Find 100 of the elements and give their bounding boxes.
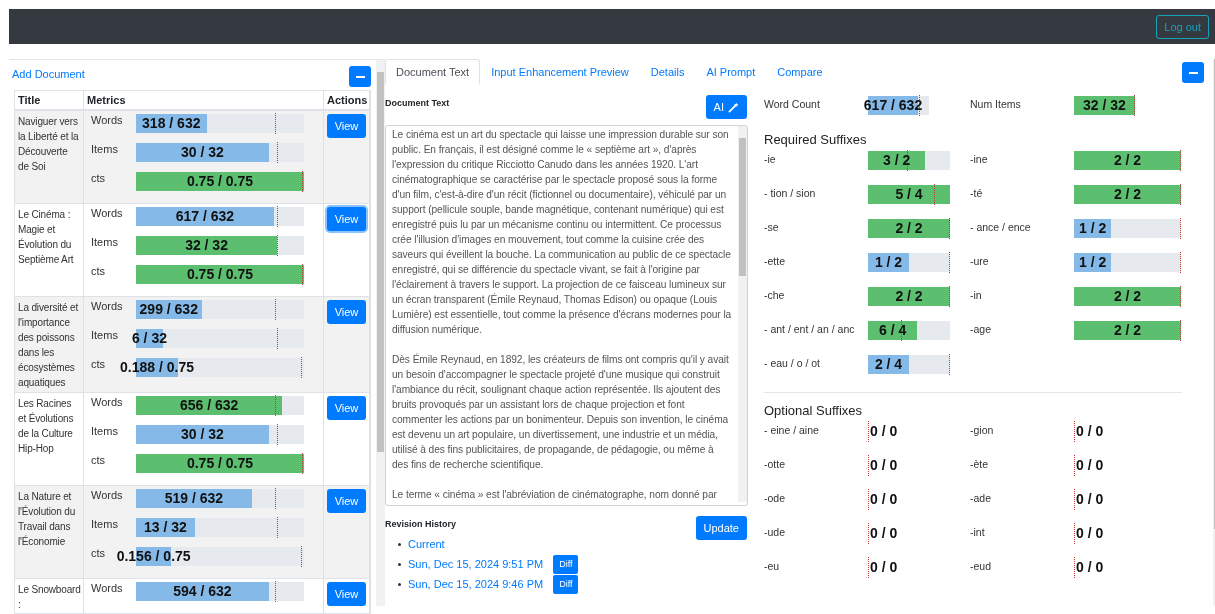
metric-label: Items xyxy=(91,235,119,249)
revision-link[interactable]: Current xyxy=(408,538,445,550)
target-marker xyxy=(1074,421,1075,442)
suffix-label: -otte xyxy=(764,457,786,472)
metric-value: 32 / 32 xyxy=(1083,97,1126,114)
diff-button[interactable]: Diff xyxy=(553,574,579,594)
metric-value: 2 / 2 xyxy=(1113,322,1142,339)
metric-value: 0 / 0 xyxy=(870,457,898,474)
metric-value: 2 / 4 xyxy=(874,356,903,373)
metric-label: Num Items xyxy=(970,97,1022,112)
metric-value: 0.75 / 0.75 xyxy=(186,454,254,472)
suffix-label: - eine / aine xyxy=(764,423,820,438)
metric-value: 0.188 / 0.75 xyxy=(120,358,194,376)
target-marker xyxy=(1074,489,1075,510)
magic-wand-icon xyxy=(728,101,739,113)
suffix-label: -ude xyxy=(764,525,786,540)
metric-value: 6 / 4 xyxy=(878,322,907,339)
metric-value: 617 / 632 xyxy=(175,207,235,225)
metric-label: Words xyxy=(91,488,124,502)
metric-label: cts xyxy=(91,171,107,185)
suffix-label: -eud xyxy=(970,559,992,574)
metric-label: Words xyxy=(91,299,124,313)
document-title: Le Cinéma : Magie et Évolution du Septième Art xyxy=(18,208,74,265)
metric-value: 0 / 0 xyxy=(870,559,898,576)
metric-label: Items xyxy=(91,517,119,531)
view-button[interactable]: View xyxy=(327,581,366,606)
metric-label: Items xyxy=(91,424,119,438)
suffix-label: -ade xyxy=(970,491,992,506)
view-button[interactable]: View xyxy=(327,488,366,513)
revision-link[interactable]: Sun, Dec 15, 2024 9:46 PM xyxy=(408,578,544,590)
metric-value: 2 / 2 xyxy=(1113,152,1142,169)
bullet-icon xyxy=(398,542,401,546)
metric-value: 32 / 32 xyxy=(185,236,228,254)
tab[interactable]: Document Text xyxy=(385,59,481,85)
metric-value: 0 / 0 xyxy=(1076,559,1104,576)
view-button[interactable]: View xyxy=(327,395,366,420)
ai-button[interactable]: AI xyxy=(705,95,747,119)
collapse-button[interactable] xyxy=(1182,62,1204,83)
suffix-label: -té xyxy=(970,186,984,201)
bullet-icon xyxy=(398,562,401,566)
metric-value: 2 / 2 xyxy=(1113,288,1142,305)
metric-value: 30 / 32 xyxy=(180,425,224,443)
metric-label: Words xyxy=(91,581,124,595)
logout-button[interactable]: Log out xyxy=(1156,14,1209,39)
minus-icon xyxy=(1188,71,1198,74)
revision-link[interactable]: Sun, Dec 15, 2024 9:51 PM xyxy=(408,558,544,570)
document-text-field[interactable]: Le cinéma est un art du spectacle qui laisse une impression durable sur son public. En français, il est désigné comme le « septième art », d'après l'expression du critique Ricciotto Canudo dans les années 1920. L'art cinématographique se caractérise par le spectacle proposé sous la forme d'un film, c'est-à-dire d'un récit (fictionnel ou documentaire), véhiculé par un support (pellicule souple, bande magnétique, contenant numérique) qui est enregistré puis lu par un mécanisme continu ou intermittent. Ce processus crée l'illusion d'images en mouvement, tout comme la cuisine crée des saveurs qui éveillent la bouche. La communication au public de ce spectacle enregistré, qui se différencie du spectacle vivant, se fait à l'origine par l'éclairement à travers le support. La projection de ce faisceau lumineux sur un écran transparent (Émile Reynaud, Thomas Edison) ou opaque (Louis Lumière) est essentielle, tout comme la présence d'écrans modernes pour la diffusion numérique. Dès Émile Reynaud, en 1892, les créateurs de films ont compris qu'il y avait un besoin d'accompagner le spectacle projeté d'une musique qui construit l'ambiance du récit, soulignant chaque action représentée. Ils ajoutent des bruits provoqués par un assistant lors de chaque projection et font commenter les actions par un bonimenteur. Depuis son invention, le cinéma est devenu un art populaire, un divertissement, une industrie et un média, utilisé à des fins publicitaires, de propagande, de pédagogie, ou même à des fins de recherche scientifique. Le terme « cinéma » est l'abréviation de cinématographe, nom donné par xyxy=(385,125,748,506)
suffix-label: -age xyxy=(970,322,992,337)
section-label: Revision History xyxy=(385,519,457,529)
suffix-label: -che xyxy=(764,288,786,303)
document-title: Naviguer vers la Liberté et la Découverte de Soi xyxy=(18,115,79,172)
metric-value: 0.75 / 0.75 xyxy=(186,265,254,283)
suffix-label: -ète xyxy=(970,457,990,472)
suffix-label: - tion / sion xyxy=(764,186,817,201)
metric-label: Words xyxy=(91,395,124,409)
view-button[interactable]: View xyxy=(327,299,366,324)
section-label: Document Text xyxy=(385,98,450,108)
suffix-label: - ant / ent / an / anc xyxy=(764,322,856,337)
diff-button[interactable]: Diff xyxy=(553,554,579,574)
metric-value: 656 / 632 xyxy=(179,396,239,414)
suffix-label: - ance / ence xyxy=(970,220,1032,235)
target-marker xyxy=(868,489,869,510)
target-marker xyxy=(868,523,869,544)
target-marker xyxy=(1074,523,1075,544)
metric-value: 0.75 / 0.75 xyxy=(186,172,254,190)
target-marker xyxy=(868,455,869,476)
view-button[interactable]: View xyxy=(327,113,366,138)
section-heading: Required Suffixes xyxy=(764,132,868,147)
metric-value: 1 / 2 xyxy=(1079,220,1107,237)
metric-value: 0 / 0 xyxy=(1076,491,1104,508)
metric-value: 13 / 32 xyxy=(144,518,187,536)
metric-label: cts xyxy=(91,453,107,467)
suffix-label: -ine xyxy=(970,152,989,167)
suffix-label: -ie xyxy=(764,152,777,167)
suffix-label: -in xyxy=(970,288,983,303)
metric-label: Items xyxy=(91,142,119,156)
collapse-button[interactable] xyxy=(349,66,371,87)
scrollbar[interactable] xyxy=(376,60,385,606)
metric-value: 299 / 632 xyxy=(139,300,198,318)
update-button[interactable]: Update xyxy=(695,516,747,540)
suffix-label: - eau / o / ot xyxy=(764,356,822,371)
document-title: Le Snowboard : xyxy=(18,583,81,610)
suffix-label: -ure xyxy=(970,254,990,269)
metric-value: 1 / 2 xyxy=(874,254,903,271)
view-button[interactable]: View xyxy=(327,206,366,231)
metric-value: 594 / 632 xyxy=(173,582,232,600)
minus-icon xyxy=(355,75,365,78)
metric-value: 0 / 0 xyxy=(1076,423,1104,440)
metric-value: 318 / 632 xyxy=(142,114,201,132)
scrollbar[interactable] xyxy=(738,126,747,502)
suffix-label: -se xyxy=(764,220,780,235)
suffix-label: -eu xyxy=(764,559,781,574)
add-document-link[interactable]: Add Document xyxy=(12,68,85,80)
metric-value: 0 / 0 xyxy=(1076,457,1104,474)
metric-value: 0.156 / 0.75 xyxy=(116,547,191,565)
metric-label: Words xyxy=(91,206,124,220)
bullet-icon xyxy=(398,582,401,586)
metric-value: 6 / 32 xyxy=(131,329,167,347)
metric-value: 2 / 2 xyxy=(1113,186,1142,203)
document-title: Les Racines et Évolutions de la Culture Hip-Hop xyxy=(18,397,74,454)
